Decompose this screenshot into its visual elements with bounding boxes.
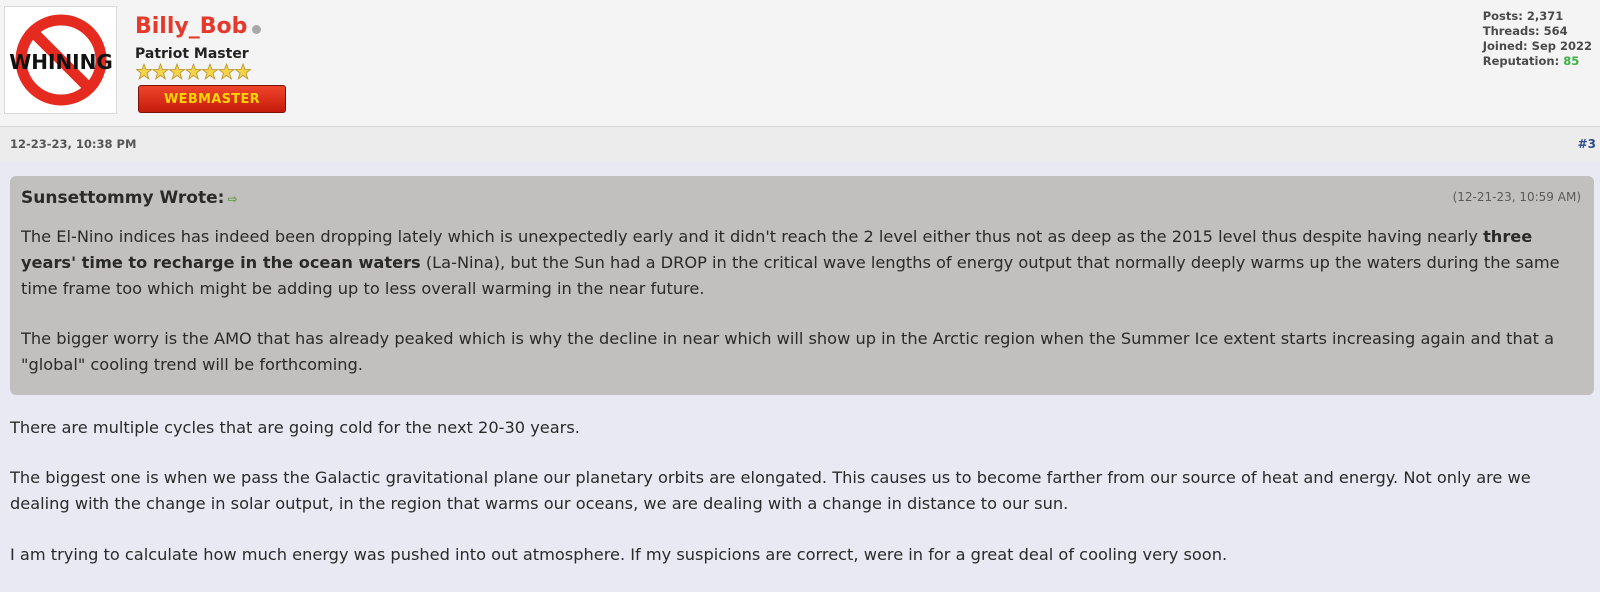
username-link[interactable]: Billy_Bob	[135, 14, 247, 39]
quote-block: Sunsettommy Wrote: ⇨ (12-21-23, 10:59 AM)…	[10, 176, 1594, 395]
joined-date: Joined: Sep 2022	[1482, 39, 1592, 53]
post-paragraph: I am trying to calculate how much energy…	[10, 545, 1228, 564]
posts-count: Posts: 2,371	[1482, 9, 1564, 23]
avatar[interactable]: WHINING	[4, 6, 117, 114]
rank-stars-icon	[136, 63, 252, 81]
post-date-bar	[0, 127, 1600, 161]
offline-status-icon	[252, 25, 261, 34]
quote-author: Sunsettommy Wrote: ⇨	[21, 188, 238, 208]
reputation-label: Reputation:	[1482, 54, 1564, 68]
quote-paragraph: The El-Nino indices has indeed been drop…	[21, 224, 1582, 302]
webmaster-badge: WEBMASTER	[138, 85, 286, 113]
post-author-header: WHINING Billy_Bob Patriot Master WEBMAST…	[0, 0, 1600, 127]
post-date: 12-23-23, 10:38 PM	[10, 137, 137, 151]
avatar-text: WHINING	[9, 50, 113, 74]
user-title: Patriot Master	[135, 46, 249, 62]
post-paragraph: There are multiple cycles that are going…	[10, 418, 580, 437]
no-whining-avatar-image: WHINING	[9, 14, 113, 106]
view-quoted-post-arrow-icon[interactable]: ⇨	[227, 192, 237, 206]
post-number-link[interactable]: #3	[1578, 137, 1596, 151]
post-paragraph: The biggest one is when we pass the Gala…	[10, 468, 1531, 513]
quote-text: The El-Nino indices has indeed been drop…	[21, 227, 1484, 246]
user-stats: Posts: 2,371 Threads: 564 Joined: Sep 20…	[1483, 9, 1592, 69]
quote-author-label: Sunsettommy Wrote:	[21, 188, 225, 208]
quote-timestamp: (12-21-23, 10:59 AM)	[1452, 190, 1581, 204]
reputation: Reputation: 85	[1483, 54, 1592, 69]
threads-count: Threads: 564	[1482, 24, 1568, 38]
quote-paragraph: The bigger worry is the AMO that has alr…	[21, 329, 1555, 374]
reputation-value: 85	[1563, 54, 1580, 68]
